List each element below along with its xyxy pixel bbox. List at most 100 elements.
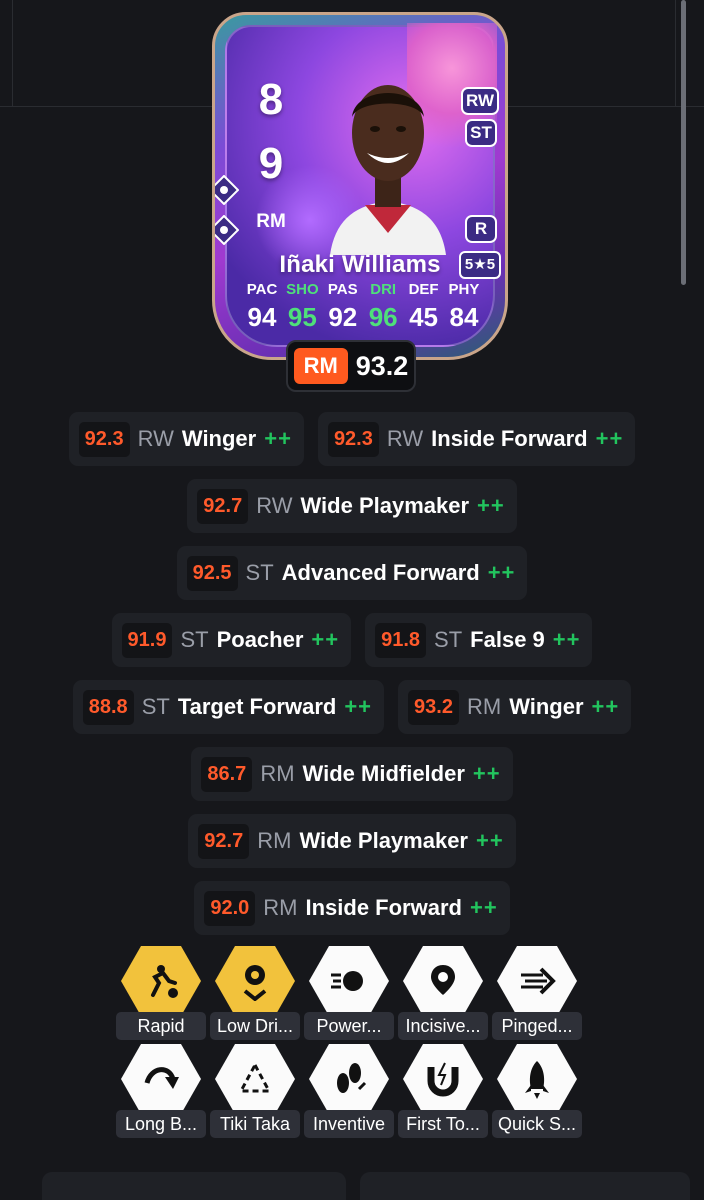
role-name: Inside Forward [305, 895, 462, 920]
stat-pas: PAS 92 [324, 281, 362, 333]
tiki-taka-icon [215, 1044, 295, 1114]
role-chip[interactable]: 92.0 RM Inside Forward ++ [194, 881, 510, 935]
first-touch-icon [403, 1044, 483, 1114]
role-row: 92.3 RW Winger ++ 92.3 RW Inside Forward ++ [0, 412, 704, 466]
role-chip[interactable]: 92.3 RW Inside Forward ++ [317, 412, 636, 466]
playstyle-power-shot[interactable]: Power... [304, 946, 394, 1042]
player-name: Iñaki Williams [279, 251, 441, 278]
stat-sho: SHO 95 [283, 281, 321, 333]
role-plus: ++ [472, 761, 501, 786]
card-rating-digit-1: 8 [258, 75, 284, 124]
best-role-rating: RM 93.2 [286, 340, 416, 392]
role-rating: 92.5 [186, 555, 238, 591]
role-chip[interactable]: 92.5 ST Advanced Forward ++ [176, 546, 528, 600]
best-rating-position: RM [293, 348, 348, 384]
role-rating: 91.8 [375, 622, 427, 658]
role-plus: ++ [264, 426, 292, 451]
stat-value: 45 [409, 302, 439, 332]
role-position: RM [260, 761, 295, 786]
playstyle-quick-step[interactable]: Quick S... [492, 1044, 582, 1140]
playstyle-inventive[interactable]: Inventive [304, 1044, 394, 1140]
role-plus: ++ [311, 627, 340, 652]
playstyles-row: Rapid Low Dri... Power... Incisive... Pi… [116, 946, 582, 1042]
role-chip[interactable]: 91.9 ST Poacher ++ [111, 613, 352, 667]
role-name: Wide Playmaker [300, 493, 470, 518]
stat-value: 94 [247, 302, 277, 332]
preferred-foot-chip: R [465, 215, 497, 243]
stat-label: DRI [370, 281, 397, 298]
role-position: RW [386, 426, 424, 451]
role-position: ST [180, 627, 209, 652]
frame-divider-right [675, 0, 676, 106]
stat-pac: PAC 94 [243, 281, 281, 333]
role-name: Poacher [216, 627, 304, 652]
alt-position-chip: ST [465, 119, 497, 147]
playstyle-low-driven-shot[interactable]: Low Dri... [210, 946, 300, 1042]
card-rating-digit-2: 9 [258, 139, 284, 188]
role-name: False 9 [470, 627, 545, 652]
playstyle-pinged-pass[interactable]: Pinged... [492, 946, 582, 1042]
playstyle-first-touch[interactable]: First To... [398, 1044, 488, 1140]
role-chip[interactable]: 88.8 ST Target Forward ++ [72, 680, 385, 734]
role-row: 92.5 ST Advanced Forward ++ [0, 546, 704, 600]
role-plus: ++ [469, 895, 498, 920]
inventive-icon [309, 1044, 389, 1114]
role-position: RW [137, 426, 174, 451]
role-position: RM [466, 694, 502, 719]
stat-label: PAS [327, 281, 358, 298]
scrollbar[interactable] [681, 0, 686, 285]
role-chip[interactable]: 86.7 RM Wide Midfielder ++ [191, 747, 513, 801]
stat-label: DEF [408, 281, 439, 298]
playstyles-row: Long B... Tiki Taka Inventive First To..… [116, 1044, 582, 1140]
role-name: Wide Midfielder [302, 761, 465, 786]
role-position: RM [257, 828, 292, 853]
role-chip[interactable]: 92.7 RM Wide Playmaker ++ [188, 814, 516, 868]
playstyle-label: First To... [398, 1110, 488, 1138]
role-position: RM [263, 895, 298, 920]
playstyle-rapid[interactable]: Rapid [116, 946, 206, 1042]
playstyle-long-ball-pass[interactable]: Long B... [116, 1044, 206, 1140]
role-rating: 93.2 [408, 689, 459, 725]
role-name: Target Forward [177, 694, 337, 719]
rapid-icon [121, 946, 201, 1016]
role-chip[interactable]: 93.2 RM Winger ++ [398, 680, 632, 734]
pinged-pass-icon [497, 946, 577, 1016]
role-chip[interactable]: 92.7 RW Wide Playmaker ++ [187, 479, 517, 533]
role-plus: ++ [595, 426, 624, 451]
stat-label: PHY [448, 281, 480, 298]
playstyle-label: Inventive [304, 1110, 394, 1138]
playstyle-label: Low Dri... [210, 1012, 300, 1040]
role-chip[interactable]: 92.3 RW Winger ++ [68, 412, 304, 466]
player-photo [330, 85, 446, 255]
role-row: 91.9 ST Poacher ++ 91.8 ST False 9 ++ [0, 613, 704, 667]
stat-value: 84 [449, 302, 479, 332]
playstyle-plus-badge-icon [215, 175, 239, 205]
playstyle-tiki-taka[interactable]: Tiki Taka [210, 1044, 300, 1140]
role-rating: 91.9 [121, 622, 173, 658]
quick-step-icon [497, 1044, 577, 1114]
power-shot-icon [309, 946, 389, 1016]
frame-divider-left [12, 0, 13, 106]
playstyle-incisive-pass[interactable]: Incisive... [398, 946, 488, 1042]
role-rating: 92.3 [78, 421, 130, 457]
playstyle-label: Tiki Taka [210, 1110, 300, 1138]
player-card[interactable]: 8 9 RM RW ST R 5★5 Iñaki Williams PAC 94 … [212, 12, 508, 360]
role-row: 86.7 RM Wide Midfielder ++ [0, 747, 704, 801]
role-chip[interactable]: 91.8 ST False 9 ++ [365, 613, 593, 667]
playstyle-label: Quick S... [492, 1110, 582, 1138]
best-rating-value: 93.2 [355, 350, 409, 381]
playstyle-label: Power... [304, 1012, 394, 1040]
playstyle-plus-badge-2-icon [215, 215, 239, 245]
role-name: Advanced Forward [281, 560, 480, 585]
role-plus: ++ [552, 627, 581, 652]
stat-phy: PHY 84 [445, 281, 483, 333]
low-driven-shot-icon [215, 946, 295, 1016]
alt-position-chip: RW [461, 87, 499, 115]
role-plus: ++ [344, 694, 373, 719]
role-rating: 92.7 [197, 488, 249, 524]
role-position: ST [434, 627, 463, 652]
card-position: RM [256, 211, 286, 232]
role-position: ST [245, 560, 274, 585]
role-rating: 92.0 [204, 890, 256, 926]
role-rating: 86.7 [201, 756, 253, 792]
